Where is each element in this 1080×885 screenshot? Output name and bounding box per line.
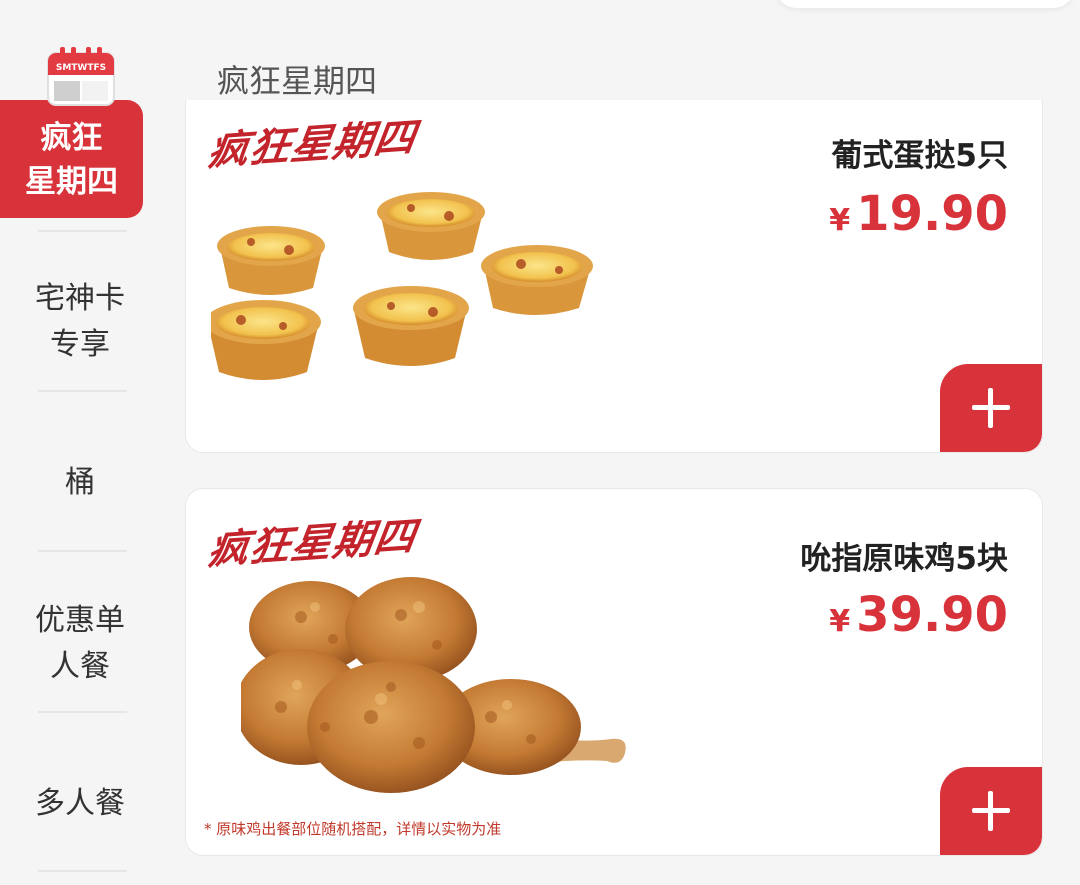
sidebar-item-label: 优惠单	[35, 603, 125, 638]
fried-chicken-image	[241, 577, 626, 793]
sidebar-divider	[38, 390, 127, 392]
product-note: * 原味鸡出餐部位随机搭配，详情以实物为准	[204, 820, 502, 838]
top-bar-fragment	[775, 0, 1075, 8]
sidebar-item-label: 桶	[65, 465, 95, 500]
calendar-icon: SMTWTFS	[47, 47, 115, 106]
sidebar-item-vip-card[interactable]: 宅神卡 专享	[0, 276, 160, 368]
category-sidebar: 疯狂 星期四 SMTWTFS 宅神卡 专享 桶 优惠单 人餐 多人餐	[0, 0, 160, 885]
add-to-cart-button[interactable]	[940, 364, 1042, 452]
sidebar-divider	[38, 550, 127, 552]
sidebar-item-label: 宅神卡	[35, 281, 125, 316]
section-title: 疯狂星期四	[217, 62, 378, 100]
sidebar-item-label: 人餐	[50, 649, 110, 684]
svg-text:SMTWTFS: SMTWTFS	[56, 63, 106, 73]
sidebar-item-single-meal[interactable]: 优惠单 人餐	[0, 598, 160, 690]
currency-symbol: ¥	[829, 604, 851, 639]
add-to-cart-button[interactable]	[940, 767, 1042, 855]
plus-icon	[988, 388, 993, 428]
sidebar-divider	[38, 711, 127, 713]
sidebar-item-label: 专享	[50, 327, 110, 362]
product-card[interactable]: 疯狂星期四 吮指原味鸡5块 ¥39.90 * 原味鸡出餐部位随机搭配，详情以实物…	[185, 488, 1043, 856]
sidebar-divider	[38, 230, 127, 232]
product-name: 葡式蛋挞5只	[831, 138, 1008, 174]
sidebar-item-group-meal[interactable]: 多人餐	[0, 781, 160, 827]
price-value: 19.90	[856, 186, 1008, 242]
price-value: 39.90	[856, 587, 1008, 643]
product-name: 吮指原味鸡5块	[800, 541, 1008, 577]
sidebar-divider	[38, 870, 127, 872]
promo-banner: 疯狂星期四	[204, 113, 420, 176]
product-price: ¥19.90	[829, 186, 1008, 242]
promo-banner: 疯狂星期四	[204, 512, 420, 575]
egg-tarts-image	[211, 192, 593, 380]
sidebar-item-label: 疯狂 星期四	[25, 120, 118, 200]
currency-symbol: ¥	[829, 203, 851, 238]
sidebar-item-label: 多人餐	[35, 786, 125, 821]
product-card[interactable]: 疯狂星期四 葡式蛋挞5只 ¥ 19.90	[185, 100, 1043, 453]
sidebar-item-crazy-thursday[interactable]: 疯狂 星期四	[0, 100, 143, 218]
sidebar-item-bucket[interactable]: 桶	[0, 460, 160, 506]
plus-icon	[988, 791, 993, 831]
product-price: ¥39.90	[829, 587, 1008, 643]
